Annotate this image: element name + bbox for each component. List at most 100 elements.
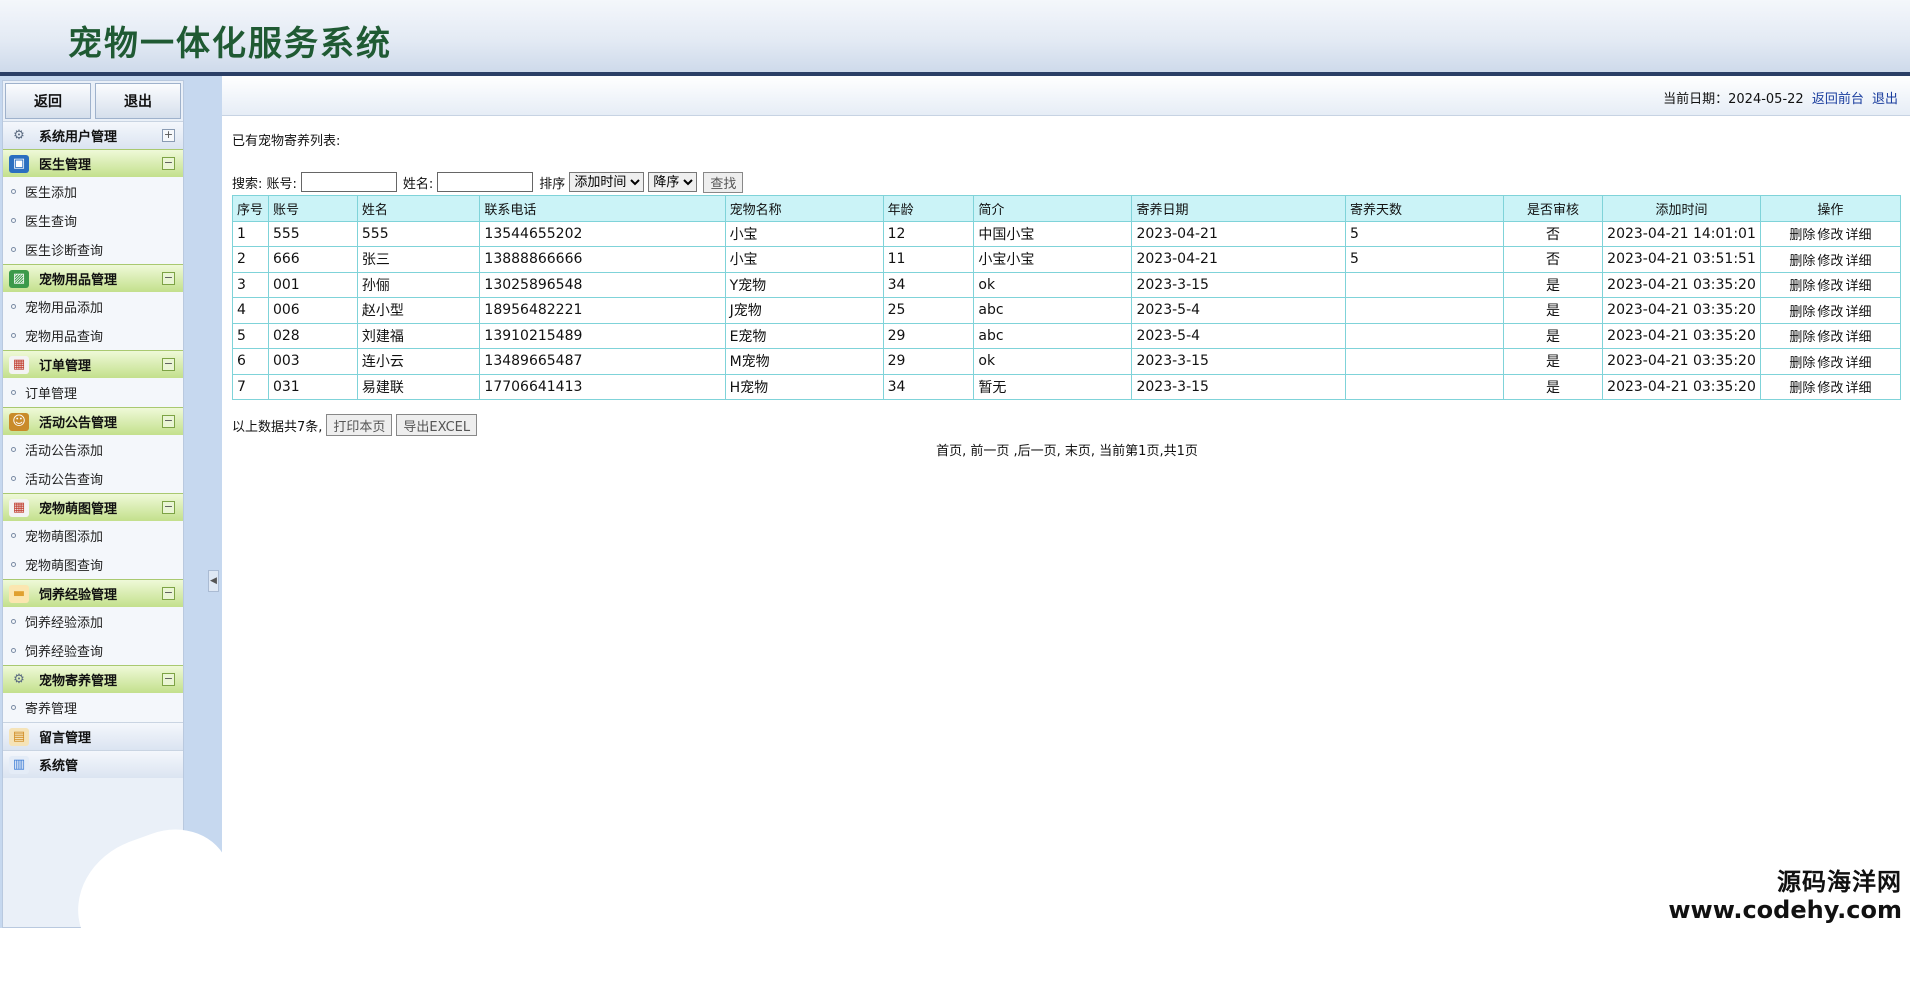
app-title: 宠物一体化服务系统: [68, 24, 392, 64]
column-header: 是否审核: [1502, 195, 1604, 222]
table-body: 1 555 555 13544655202 小宝 12 中国小宝 2023-04-21 5 否 20…: [232, 220, 1902, 400]
collapse-icon[interactable]: −: [162, 673, 175, 686]
table-cell: [1344, 348, 1504, 375]
table-cell: 6: [232, 348, 269, 375]
menu-item[interactable]: 医生添加: [3, 177, 183, 206]
menu-group-5[interactable]: ▦ 宠物萌图管理 −: [3, 493, 183, 521]
menu-group-8[interactable]: ▤ 留言管理: [3, 722, 183, 750]
delete-link[interactable]: 删除: [1789, 254, 1815, 269]
menu-item[interactable]: 活动公告添加: [3, 435, 183, 464]
menu-item[interactable]: 饲养经验添加: [3, 607, 183, 636]
back-to-front-link[interactable]: 返回前台: [1812, 92, 1864, 107]
menu-group-3[interactable]: ▦ 订单管理 −: [3, 350, 183, 378]
collapse-icon[interactable]: −: [162, 272, 175, 285]
menu-group-label: 活动公告管理: [39, 416, 118, 431]
table-cell: abc: [973, 297, 1133, 324]
table-cell: 2023-04-21 03:51:51: [1602, 246, 1761, 273]
detail-link[interactable]: 详细: [1845, 356, 1871, 371]
menu-item[interactable]: 宠物萌图添加: [3, 521, 183, 550]
table-cell: 2023-5-4: [1131, 297, 1346, 324]
menu-group-2[interactable]: ▨ 宠物用品管理 −: [3, 264, 183, 292]
table-cell: 17706641413: [479, 373, 726, 400]
edit-link[interactable]: 修改: [1817, 254, 1843, 269]
back-button[interactable]: 返回: [5, 83, 91, 119]
pagination[interactable]: 首页, 前一页 ,后一页, 末页, 当前第1页,共1页: [232, 440, 1902, 459]
calendar-icon: ▦: [9, 355, 29, 374]
menu-item[interactable]: 活动公告查询: [3, 464, 183, 493]
edit-link[interactable]: 修改: [1817, 228, 1843, 243]
edit-link[interactable]: 修改: [1817, 305, 1843, 320]
table-cell: 666: [267, 246, 358, 273]
menu-item[interactable]: 寄养管理: [3, 693, 183, 722]
detail-link[interactable]: 详细: [1845, 381, 1871, 396]
user-icon: ☺: [9, 412, 29, 431]
print-button[interactable]: 打印本页: [326, 414, 393, 436]
delete-link[interactable]: 删除: [1789, 330, 1815, 345]
collapse-icon[interactable]: −: [162, 501, 175, 514]
monitor-icon: ▣: [9, 154, 29, 173]
expand-icon[interactable]: +: [162, 129, 175, 142]
table-cell: 是: [1502, 322, 1604, 349]
table-cell: Y宠物: [724, 271, 884, 298]
menu-group-4[interactable]: ☺ 活动公告管理 −: [3, 407, 183, 435]
account-input[interactable]: [300, 172, 397, 192]
table-cell: [1344, 373, 1504, 400]
menu-item[interactable]: 宠物用品添加: [3, 292, 183, 321]
menu-item[interactable]: 饲养经验查询: [3, 636, 183, 665]
menu-item[interactable]: 医生查询: [3, 206, 183, 235]
table-cell: 13025896548: [479, 271, 726, 298]
detail-link[interactable]: 详细: [1845, 279, 1871, 294]
collapse-icon[interactable]: −: [162, 157, 175, 170]
table-cell: 5: [232, 322, 269, 349]
edit-link[interactable]: 修改: [1817, 356, 1843, 371]
table-cell: 2: [232, 246, 269, 273]
logout-button[interactable]: 退出: [95, 83, 181, 119]
edit-link[interactable]: 修改: [1817, 381, 1843, 396]
menu-group-9[interactable]: ▥ 系统管: [3, 750, 183, 778]
topbar-logout-link[interactable]: 退出: [1872, 92, 1898, 107]
table-cell: 赵小型: [356, 297, 481, 324]
row-actions: 删除 修改 详细: [1759, 220, 1902, 247]
menu-group-0[interactable]: ⚙ 系统用户管理 +: [3, 121, 183, 149]
lock-icon: ▤: [9, 727, 29, 746]
sidebar-collapse-icon[interactable]: ◀: [208, 570, 219, 592]
name-input[interactable]: [437, 172, 534, 192]
menu-group-1[interactable]: ▣ 医生管理 −: [3, 149, 183, 177]
detail-link[interactable]: 详细: [1845, 254, 1871, 269]
delete-link[interactable]: 删除: [1789, 381, 1815, 396]
delete-link[interactable]: 删除: [1789, 305, 1815, 320]
delete-link[interactable]: 删除: [1789, 279, 1815, 294]
export-excel-button[interactable]: 导出EXCEL: [396, 414, 478, 436]
menu-item[interactable]: 宠物萌图查询: [3, 550, 183, 579]
delete-link[interactable]: 删除: [1789, 228, 1815, 243]
collapse-icon[interactable]: −: [162, 415, 175, 428]
bullet-icon: [11, 476, 16, 481]
watermark-line2: www.codehy.com: [1668, 896, 1902, 924]
collapse-icon[interactable]: −: [162, 587, 175, 600]
edit-link[interactable]: 修改: [1817, 279, 1843, 294]
bullet-icon: [11, 333, 16, 338]
menu-item[interactable]: 订单管理: [3, 378, 183, 407]
search-button[interactable]: 查找: [703, 171, 744, 193]
sort-order-select[interactable]: 降序: [648, 172, 698, 192]
table-cell: [1344, 297, 1504, 324]
detail-link[interactable]: 详细: [1845, 228, 1871, 243]
detail-link[interactable]: 详细: [1845, 330, 1871, 345]
menu-item[interactable]: 宠物用品查询: [3, 321, 183, 350]
menu-item-label: 宠物萌图查询: [25, 559, 104, 574]
sort-field-select[interactable]: 添加时间: [569, 172, 645, 192]
menu-group-label: 订单管理: [39, 359, 92, 374]
menu-group-6[interactable]: ▬ 饲养经验管理 −: [3, 579, 183, 607]
delete-link[interactable]: 删除: [1789, 356, 1815, 371]
collapse-icon[interactable]: −: [162, 358, 175, 371]
edit-link[interactable]: 修改: [1817, 330, 1843, 345]
table-cell: 001: [267, 271, 358, 298]
table-cell: 2023-04-21: [1131, 220, 1346, 247]
folder-icon: ▬: [9, 584, 29, 603]
menu-item[interactable]: 医生诊断查询: [3, 235, 183, 264]
calendar-icon: ▦: [9, 498, 29, 517]
table-cell: [1344, 322, 1504, 349]
detail-link[interactable]: 详细: [1845, 305, 1871, 320]
menu-group-7[interactable]: ⚙ 宠物寄养管理 −: [3, 665, 183, 693]
table-footer: 以上数据共7条, 打印本页 导出EXCEL: [232, 414, 1902, 436]
